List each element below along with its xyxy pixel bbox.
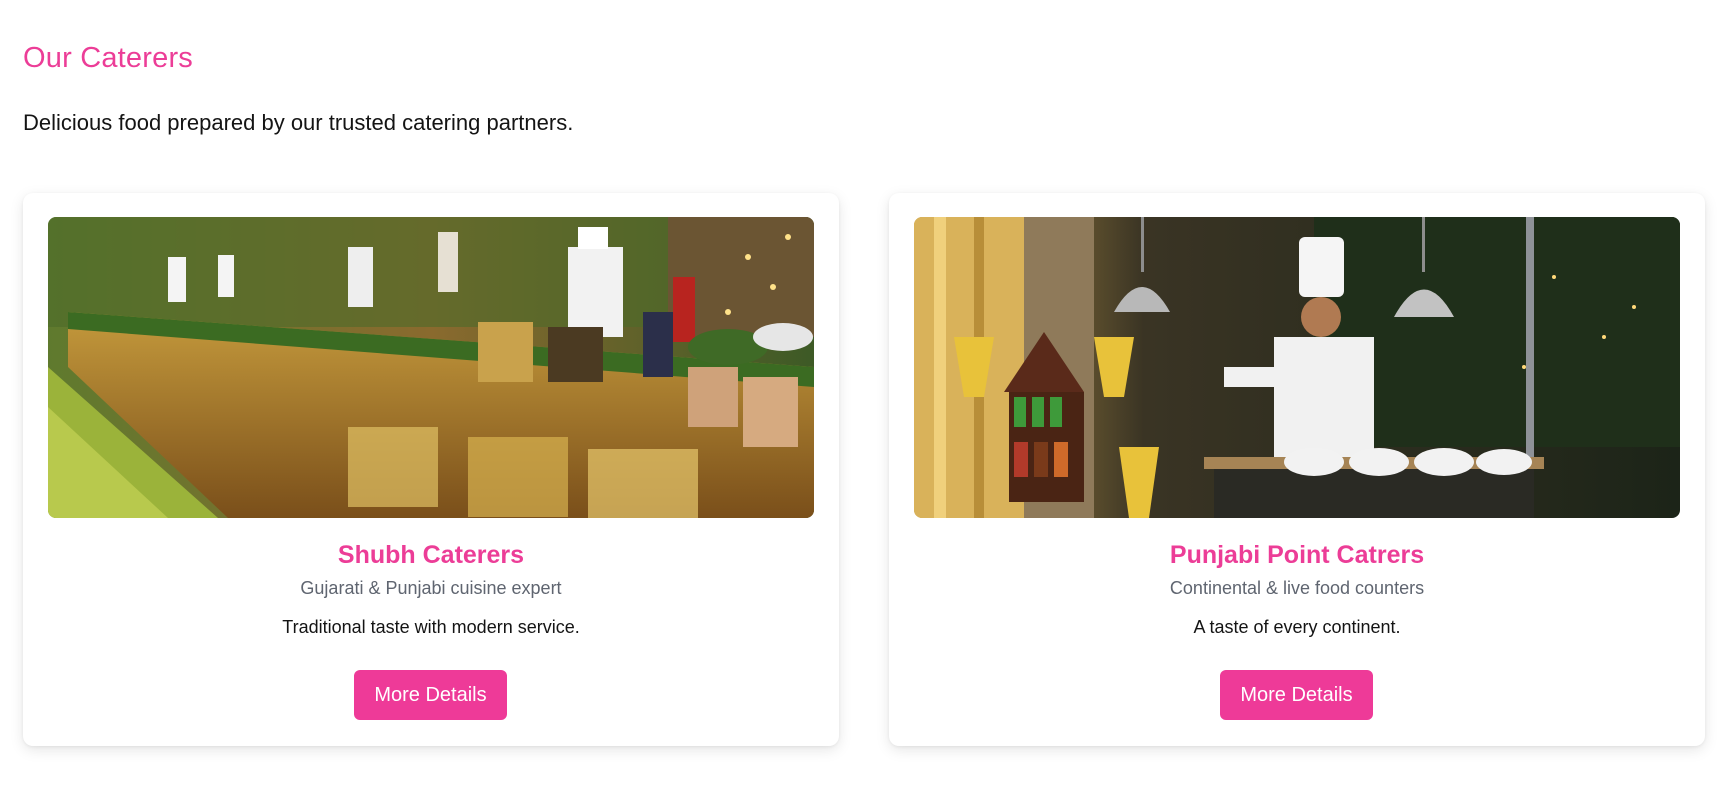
section-subtitle: Delicious food prepared by our trusted c…	[23, 110, 574, 135]
caterer-card-shubh: Shubh Caterers Gujarati & Punjabi cuisin…	[23, 193, 839, 746]
caterer-card-punjabi-point: Punjabi Point Catrers Continental & live…	[889, 193, 1705, 746]
chef-photo-illustration	[914, 217, 1680, 518]
more-details-button[interactable]: More Details	[354, 670, 507, 720]
caterer-tagline: Gujarati & Punjabi cuisine expert	[300, 578, 562, 598]
caterers-page: Our Caterers Delicious food prepared by …	[0, 0, 1728, 798]
section-title: Our Caterers	[23, 42, 193, 74]
caterer-photo-live-counter-chef	[914, 217, 1680, 518]
caterer-name: Shubh Caterers	[337, 541, 525, 569]
caterer-name: Punjabi Point Catrers	[1169, 541, 1425, 569]
caterer-description: Traditional taste with modern service.	[282, 617, 580, 637]
caterer-description: A taste of every continent.	[1193, 617, 1401, 637]
caterer-tagline: Continental & live food counters	[1169, 578, 1425, 598]
more-details-button[interactable]: More Details	[1220, 670, 1373, 720]
caterer-photo-buffet-counter	[48, 217, 814, 518]
buffet-photo-illustration	[48, 217, 814, 518]
